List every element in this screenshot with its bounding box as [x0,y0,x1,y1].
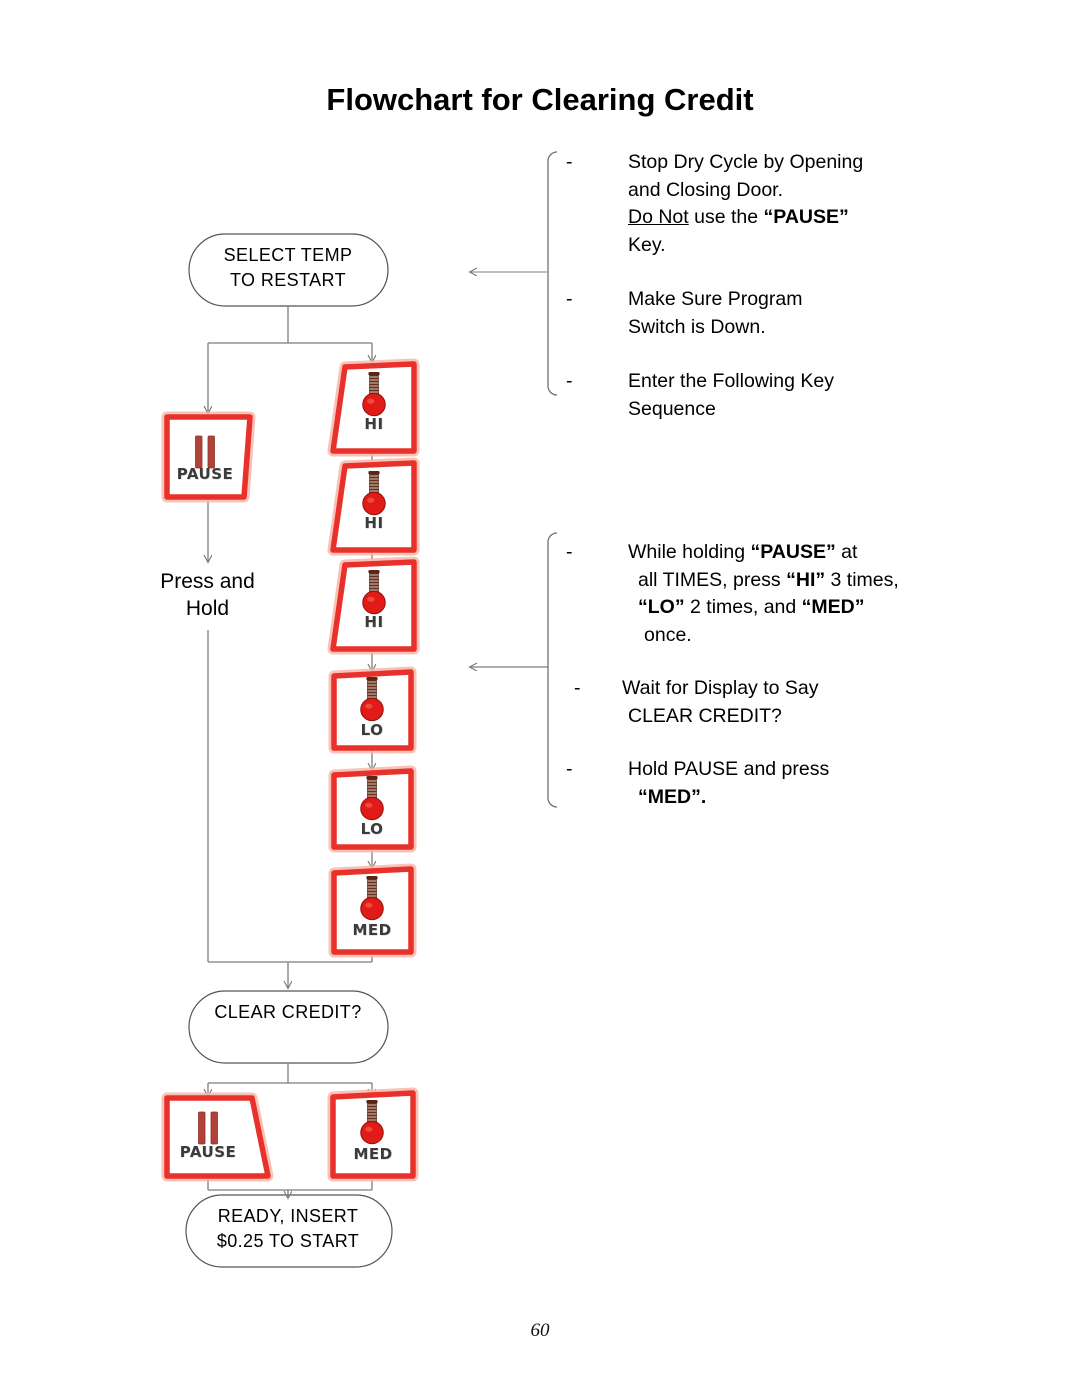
document-page: Flowchart for Clearing Credit PAUSE HI H… [0,0,1080,1397]
node-label-ready: READY, INSERT $0.25 TO START [182,1204,394,1254]
select-temp-line-2: TO RESTART [229,270,347,290]
callout-bracket-bottom [547,532,558,808]
callout-bracket-top [547,151,558,396]
note-bold: “LO” [638,596,685,618]
note-spacer [566,341,966,368]
key-label-med-1: MED [352,921,392,939]
key-button-pause-1[interactable] [161,411,256,503]
note-item: - Hold PAUSE and press “MED”. [566,756,966,811]
key-label-lo-1: LO [360,721,384,739]
note-item: - Stop Dry Cycle by Opening and Closing … [566,149,966,259]
key-label-hi-3: HI [364,613,384,631]
note-line: Switch is Down. [628,315,766,338]
key-button-hi-3[interactable] [327,556,420,655]
note-bold: “MED” [801,596,865,618]
callout-note-block-bottom: - While holding “PAUSE” at all TIMES, pr… [566,539,966,811]
bullet-dash: - [566,541,573,563]
note-plain: all TIMES, press [638,568,787,591]
key-button-pause-2[interactable] [161,1092,274,1182]
bullet-dash: - [574,677,581,699]
note-line: Sequence [628,397,716,420]
note-line: Stop Dry Cycle by Opening [628,151,864,173]
bullet-dash: - [566,151,573,173]
note-bold: “HI” [786,568,826,591]
note-bold: “PAUSE” [763,206,849,228]
select-temp-line-1: SELECT TEMP [223,245,353,265]
note-plain: While holding [628,541,751,563]
note-bold: “PAUSE” [750,541,836,563]
note-line: once. [644,623,692,646]
note-underlined: Do Not [628,206,689,228]
note-line: Hold PAUSE and press [628,758,830,780]
key-label-lo-2: LO [360,820,384,838]
clear-credit-line-1: CLEAR CREDIT? [214,1002,362,1022]
edge-label-press-and-hold: Press and Hold [130,568,285,622]
note-line: “MED”. [638,784,966,812]
note-item: - Wait for Display to Say CLEAR CREDIT? [574,675,966,730]
press-hold-line-2: Hold [185,597,230,620]
callout-note-block-top: - Stop Dry Cycle by Opening and Closing … [566,149,966,423]
node-label-select-temp: SELECT TEMP TO RESTART [190,243,386,293]
key-button-med-2[interactable] [327,1087,419,1182]
key-button-hi-2[interactable] [327,457,420,556]
note-item: - Make Sure Program Switch is Down. [566,286,966,341]
ready-line-2: $0.25 TO START [216,1231,360,1251]
note-line: Key. [628,233,666,256]
note-plain: 3 times, [825,568,899,591]
key-button-hi-1[interactable] [327,358,420,457]
ready-line-1: READY, INSERT [217,1206,359,1226]
note-line: Enter the Following Key [628,370,834,392]
note-spacer [566,259,966,286]
note-line: all TIMES, press “HI” 3 times, [638,567,966,595]
bullet-dash: - [566,758,573,780]
note-line: While holding “PAUSE” at [628,539,966,567]
node-label-clear-credit: CLEAR CREDIT? [190,1000,386,1025]
note-spacer [566,730,966,756]
note-item: - Enter the Following Key Sequence [566,368,966,423]
key-button-med-1[interactable] [328,863,417,958]
key-label-hi-2: HI [364,514,384,532]
note-line: and Closing Door. [628,178,784,201]
press-hold-line-1: Press and [160,570,255,593]
page-number: 60 [530,1320,550,1341]
note-line: Make Sure Program [628,288,803,310]
note-line: Do Not use the “PAUSE” [628,204,966,232]
key-label-pause-1: PAUSE [176,465,234,483]
note-plain: 2 times, and [684,596,802,618]
note-line: “LO” 2 times, and “MED” [638,594,966,622]
note-plain: use the [688,206,764,228]
note-line: CLEAR CREDIT? [628,704,782,727]
key-label-med-2: MED [353,1145,393,1163]
bullet-dash: - [566,288,573,310]
key-label-pause-2: PAUSE [179,1143,237,1161]
note-plain: at [835,541,858,563]
bullet-dash: - [566,370,573,392]
note-line: Wait for Display to Say [622,677,819,699]
key-label-hi-1: HI [364,415,384,433]
note-spacer [566,649,966,675]
note-bold: “MED”. [638,785,707,808]
note-item: - While holding “PAUSE” at all TIMES, pr… [566,539,966,649]
